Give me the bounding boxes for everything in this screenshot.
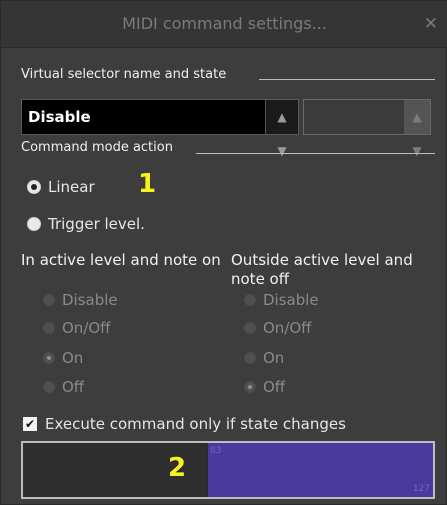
- option-label: On: [62, 349, 84, 367]
- virtual-selector-dropdown[interactable]: Disable ▲ ▼: [21, 99, 299, 158]
- state-value-field[interactable]: ▲ ▼: [303, 99, 431, 158]
- dialog-title: MIDI command settings...: [122, 14, 327, 33]
- active-option-off[interactable]: Off: [43, 378, 84, 396]
- option-label: Disable: [62, 291, 118, 309]
- title-bar[interactable]: MIDI command settings... ✕: [1, 1, 447, 48]
- outside-option-disable[interactable]: Disable: [244, 291, 319, 309]
- radio-unselected-icon: [43, 322, 55, 334]
- outside-option-onoff[interactable]: On/Off: [244, 319, 312, 337]
- active-option-onoff[interactable]: On/Off: [43, 319, 111, 337]
- outside-option-off[interactable]: Off: [244, 378, 285, 396]
- execute-option-label: Execute command only if state changes: [45, 415, 346, 433]
- option-label: Off: [62, 378, 85, 396]
- option-label: Off: [263, 378, 286, 396]
- section-divider: [196, 153, 435, 154]
- option-label: On/Off: [263, 319, 312, 337]
- execute-only-if-changes-checkbox[interactable]: ✔ Execute command only if state changes: [23, 415, 346, 433]
- active-option-disable[interactable]: Disable: [43, 291, 118, 309]
- midi-command-settings-dialog: MIDI command settings... ✕ Virtual selec…: [0, 0, 447, 505]
- annotation-marker-1: 1: [138, 169, 157, 199]
- outside-option-on[interactable]: On: [244, 349, 284, 367]
- radio-selected-icon: [43, 352, 55, 364]
- option-label: On/Off: [62, 319, 111, 337]
- radio-unselected-icon: [244, 294, 256, 306]
- annotation-marker-2: 2: [168, 453, 187, 483]
- radio-trigger-label: Trigger level.: [48, 215, 145, 233]
- radio-linear[interactable]: Linear: [27, 178, 95, 196]
- radio-trigger-level[interactable]: Trigger level.: [27, 215, 145, 233]
- level-range-panel[interactable]: 2 83 127: [21, 441, 435, 499]
- outside-column-heading: Outside active level and note off: [231, 251, 413, 285]
- spin-arrows-icon[interactable]: ▲ ▼: [404, 100, 430, 158]
- radio-unselected-icon: [27, 217, 41, 231]
- radio-unselected-icon: [244, 352, 256, 364]
- radio-unselected-icon: [43, 381, 55, 393]
- active-column-heading: In active level and note on: [21, 251, 221, 269]
- virtual-selector-value: Disable: [28, 108, 91, 126]
- spin-arrows-icon[interactable]: ▲ ▼: [265, 100, 298, 158]
- range-active-fill[interactable]: 83 127: [208, 443, 433, 497]
- option-label: Disable: [263, 291, 319, 309]
- section-divider: [259, 79, 435, 80]
- range-low-value: 83: [210, 446, 222, 456]
- range-high-value: 127: [412, 484, 430, 494]
- radio-unselected-icon: [43, 294, 55, 306]
- range-empty-area[interactable]: 2: [23, 443, 206, 497]
- radio-linear-label: Linear: [48, 178, 95, 196]
- radio-selected-icon: [244, 381, 256, 393]
- close-icon[interactable]: ✕: [424, 14, 438, 34]
- virtual-selector-label: Virtual selector name and state: [21, 67, 227, 82]
- option-label: On: [263, 349, 285, 367]
- checkbox-checked-icon: ✔: [23, 417, 37, 431]
- radio-selected-icon: [27, 180, 41, 194]
- command-mode-label: Command mode action: [21, 140, 173, 155]
- active-option-on[interactable]: On: [43, 349, 83, 367]
- radio-unselected-icon: [244, 322, 256, 334]
